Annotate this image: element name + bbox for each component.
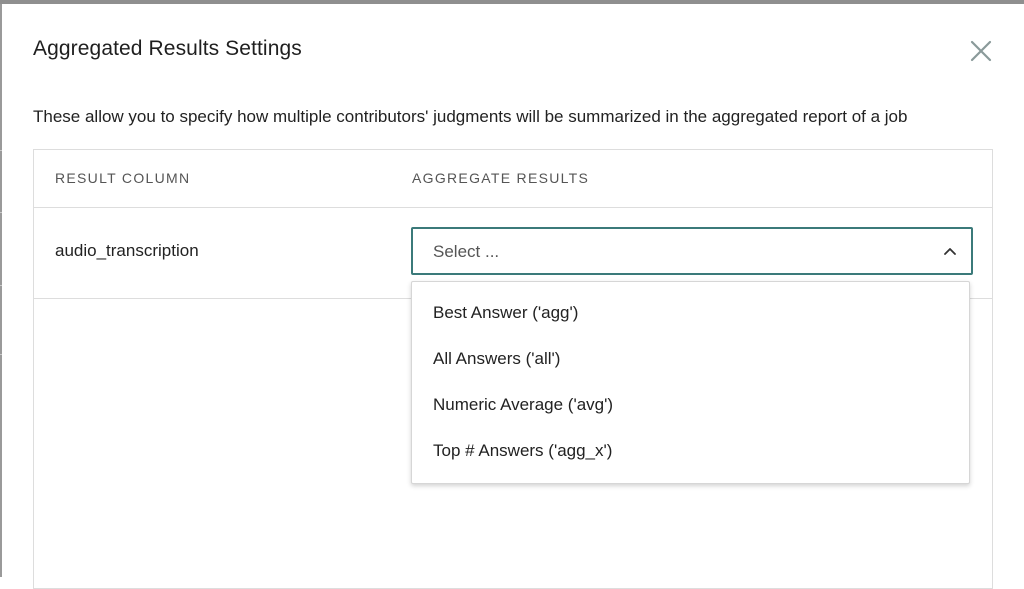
close-icon [970, 40, 992, 62]
column-header-result-column: RESULT COLUMN [55, 170, 191, 186]
dropdown-option-best-answer[interactable]: Best Answer ('agg') [412, 291, 969, 337]
option-label: All Answers ('all') [433, 349, 561, 368]
option-label: Top # Answers ('agg_x') [433, 441, 613, 460]
close-button[interactable] [966, 36, 996, 66]
table-header-row: RESULT COLUMN AGGREGATE RESULTS [34, 150, 992, 208]
aggregate-results-select[interactable]: Select ... [411, 227, 973, 275]
dropdown-option-top-answers[interactable]: Top # Answers ('agg_x') [412, 429, 969, 475]
dropdown-option-all-answers[interactable]: All Answers ('all') [412, 337, 969, 383]
aggregate-options-dropdown: Best Answer ('agg') All Answers ('all') … [411, 281, 970, 484]
modal-title: Aggregated Results Settings [33, 37, 302, 60]
result-column-name: audio_transcription [55, 241, 199, 260]
column-header-aggregate-results: AGGREGATE RESULTS [412, 170, 590, 186]
select-placeholder: Select ... [433, 242, 500, 261]
chevron-up-icon [943, 245, 957, 257]
option-label: Best Answer ('agg') [433, 303, 579, 322]
option-label: Numeric Average ('avg') [433, 395, 614, 414]
dropdown-option-numeric-average[interactable]: Numeric Average ('avg') [412, 383, 969, 429]
modal-description: These allow you to specify how multiple … [33, 107, 908, 126]
